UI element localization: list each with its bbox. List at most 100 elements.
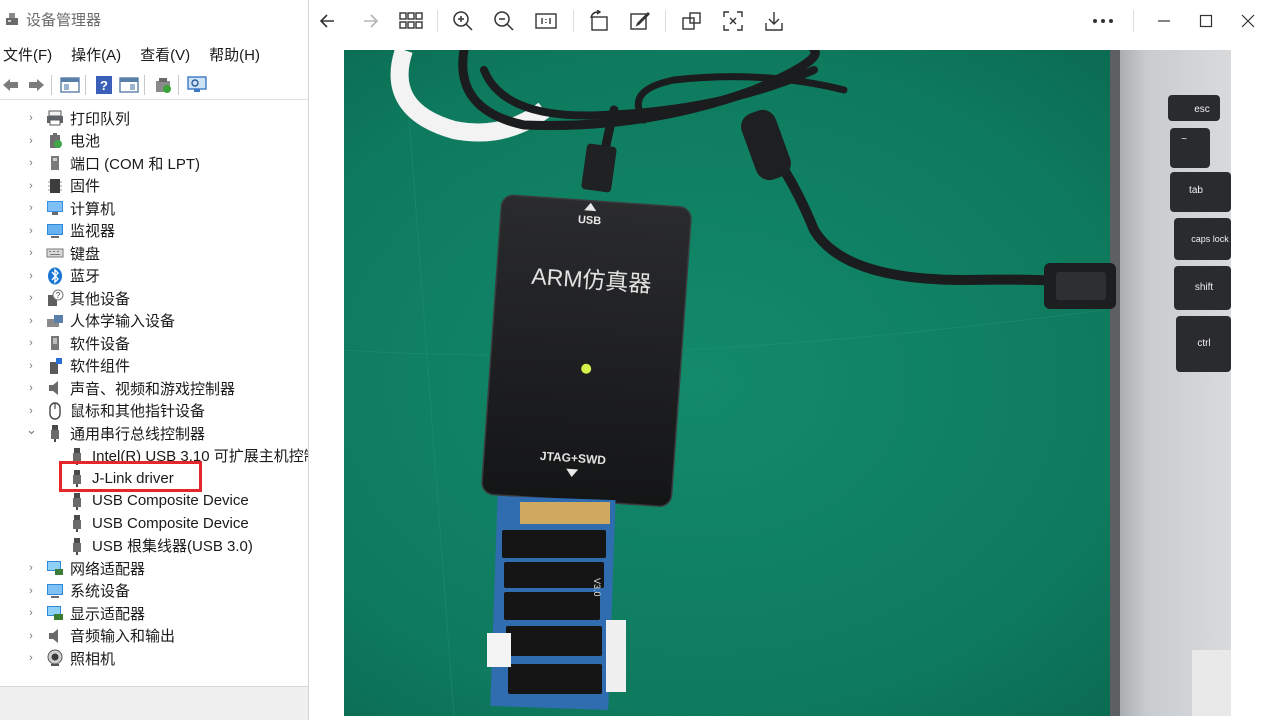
download-icon[interactable] (761, 8, 787, 34)
keyboard-icon (46, 244, 64, 262)
chevron-right-icon[interactable]: › (26, 225, 36, 237)
key-caps-lock: caps lock (1191, 234, 1229, 244)
menu-file[interactable]: 文件(F) (3, 40, 52, 66)
device-tree-label: 蓝牙 (70, 268, 101, 286)
device-tree-label: 鼠标和其他指针设备 (70, 403, 206, 421)
chevron-right-icon[interactable]: › (26, 157, 36, 169)
help-icon[interactable]: ? (93, 74, 115, 96)
chevron-right-icon[interactable]: › (26, 652, 36, 664)
device-tree-category[interactable]: › 端口 (COM 和 LPT) (26, 152, 200, 175)
unknown-device-icon: ? (46, 289, 64, 307)
chevron-right-icon[interactable]: › (26, 270, 36, 282)
chevron-right-icon[interactable]: › (26, 180, 36, 192)
chevron-right-icon[interactable]: › (26, 607, 36, 619)
forward-arrow-icon[interactable] (25, 74, 47, 96)
chevron-right-icon[interactable]: › (26, 382, 36, 394)
scan-hardware-icon[interactable] (186, 74, 208, 96)
menu-view[interactable]: 查看(V) (140, 40, 190, 66)
device-tree-category[interactable]: › 网络适配器 (26, 557, 145, 580)
back-arrow-icon[interactable] (0, 74, 22, 96)
chevron-right-icon[interactable]: › (26, 202, 36, 214)
usb-icon (68, 537, 86, 555)
crop-icon[interactable] (679, 8, 705, 34)
chevron-right-icon[interactable]: › (26, 135, 36, 147)
chevron-right-icon[interactable]: › (26, 292, 36, 304)
device-tree-label: 软件设备 (70, 335, 131, 353)
device-tree-category[interactable]: › 显示适配器 (26, 602, 145, 625)
chevron-right-icon[interactable]: › (26, 585, 36, 597)
software-component-icon (46, 357, 64, 375)
device-tree-category[interactable]: ⌄ 通用串行总线控制器 (26, 422, 205, 445)
chevron-right-icon[interactable]: › (26, 315, 36, 327)
device-tree-category[interactable]: › 键盘 (26, 242, 100, 265)
zoom-in-icon[interactable] (450, 8, 476, 34)
fit-icon[interactable] (720, 8, 746, 34)
forward-arrow-icon[interactable] (357, 8, 383, 34)
device-tree-category[interactable]: › 音频输入和输出 (26, 625, 175, 648)
usb-icon (46, 424, 64, 443)
software-device-icon (46, 334, 64, 352)
edit-icon[interactable] (627, 8, 653, 34)
device-tree-category[interactable]: › 照相机 (26, 647, 115, 670)
device-tree-category[interactable]: › 打印队列 (26, 107, 130, 130)
toolbar-separator (1133, 10, 1134, 32)
device-tree-category[interactable]: › 鼠标和其他指针设备 (26, 400, 205, 423)
device-tree-category[interactable]: › 固件 (26, 175, 100, 198)
adapter-board: V3.0 (487, 495, 626, 710)
usb-icon (68, 514, 86, 533)
chevron-right-icon[interactable]: › (26, 405, 36, 417)
device-tree-category[interactable]: › 软件组件 (26, 355, 130, 378)
minimize-icon[interactable] (1151, 8, 1177, 34)
key-tilde: ~ (1181, 134, 1187, 145)
toolbar-separator (665, 10, 666, 32)
menu-help[interactable]: 帮助(H) (209, 40, 260, 66)
device-tree-category[interactable]: ›? 其他设备 (26, 287, 130, 310)
device-tree-label: 固件 (70, 178, 101, 196)
chevron-right-icon[interactable]: › (26, 112, 36, 124)
device-tree-child-item[interactable]: USB 根集线器(USB 3.0) (68, 535, 253, 558)
zoom-out-icon[interactable] (491, 8, 517, 34)
update-driver-icon[interactable] (152, 74, 174, 96)
usb-label: USB (578, 214, 602, 228)
hid-icon (46, 312, 64, 330)
close-icon[interactable] (1235, 8, 1261, 34)
camera-icon (46, 649, 64, 667)
speaker-icon (46, 379, 64, 397)
arm-emulator-photo: USB ARM仿真器 JTAG+SWD V3.0 esc ~ tab caps … (344, 50, 1231, 716)
adapter-version-label: V3.0 (592, 578, 602, 597)
device-tree-category[interactable]: › 计算机 (26, 197, 115, 220)
menu-bar: 文件(F) 操作(A) 查看(V) 帮助(H) (0, 40, 276, 66)
key-ctrl: ctrl (1197, 338, 1210, 349)
device-tree-child-item[interactable]: USB Composite Device (68, 490, 249, 513)
view-icon[interactable] (118, 74, 140, 96)
device-tree-category[interactable]: › 人体学输入设备 (26, 310, 175, 333)
chevron-down-icon[interactable]: ⌄ (26, 422, 37, 438)
monitor-icon (46, 222, 64, 240)
grid-view-icon[interactable] (398, 8, 424, 34)
chevron-right-icon[interactable]: › (26, 630, 36, 642)
properties-icon[interactable] (59, 74, 81, 96)
device-tree-label: USB 根集线器(USB 3.0) (92, 538, 253, 556)
menu-action[interactable]: 操作(A) (71, 40, 121, 66)
rotate-icon[interactable] (586, 8, 612, 34)
maximize-icon[interactable] (1193, 8, 1219, 34)
usb-a-plug (1044, 263, 1116, 309)
device-tree-label: 监视器 (70, 223, 116, 241)
chevron-right-icon[interactable]: › (26, 562, 36, 574)
device-tree-category[interactable]: › 监视器 (26, 220, 115, 243)
device-tree-child-item[interactable]: USB Composite Device (68, 512, 249, 535)
device-tree-label: 电池 (70, 133, 101, 151)
device-tree-category[interactable]: › 软件设备 (26, 332, 130, 355)
chevron-right-icon[interactable]: › (26, 247, 36, 259)
device-tree-label: 通用串行总线控制器 (70, 425, 206, 443)
device-tree-category[interactable]: › 蓝牙 (26, 265, 100, 288)
chevron-right-icon[interactable]: › (26, 337, 36, 349)
device-tree-category[interactable]: › 电池 (26, 130, 100, 153)
actual-size-icon[interactable] (533, 8, 559, 34)
device-tree-category[interactable]: › 系统设备 (26, 580, 130, 603)
device-tree-label: 音频输入和输出 (70, 628, 176, 646)
more-icon[interactable] (1090, 8, 1116, 34)
back-arrow-icon[interactable] (315, 8, 341, 34)
chevron-right-icon[interactable]: › (26, 360, 36, 372)
device-tree-category[interactable]: › 声音、视频和游戏控制器 (26, 377, 235, 400)
